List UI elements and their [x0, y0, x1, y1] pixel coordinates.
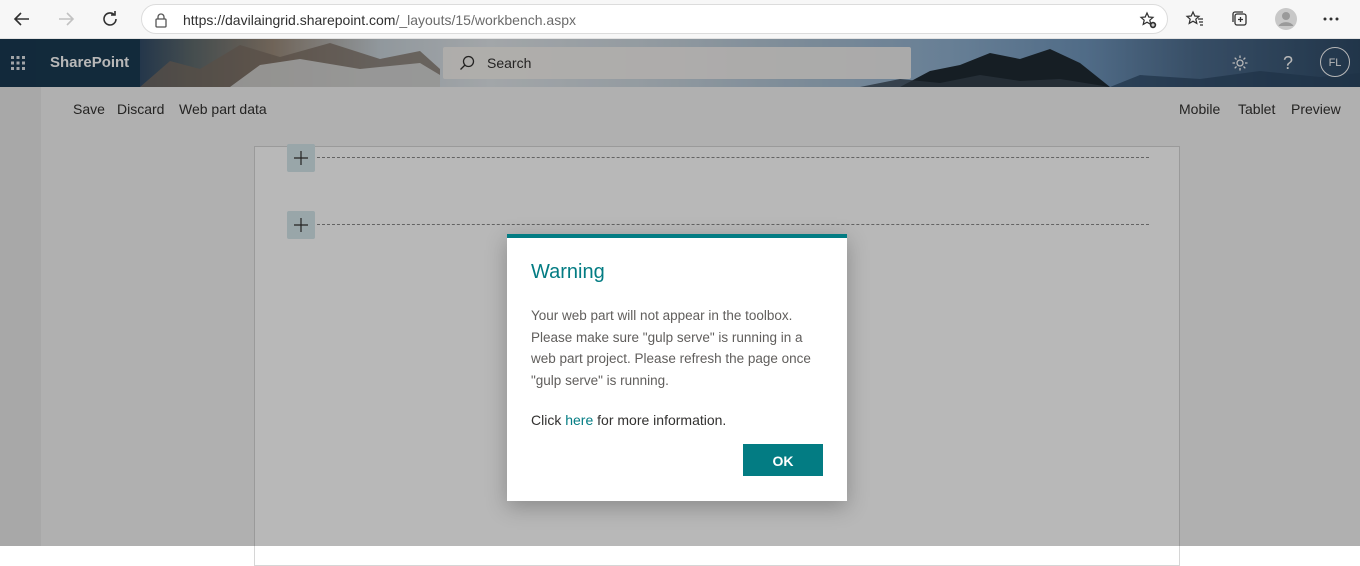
profile-icon — [1275, 8, 1297, 30]
add-favorite-icon[interactable] — [1139, 11, 1157, 29]
collections-icon — [1232, 11, 1247, 26]
url-path: /_layouts/15/workbench.aspx — [395, 12, 577, 28]
profile-button[interactable] — [1272, 6, 1300, 32]
collections-button[interactable] — [1226, 6, 1254, 32]
favorites-button[interactable] — [1181, 6, 1209, 32]
dialog-info: Click here for more information. — [531, 412, 726, 428]
info-prefix: Click — [531, 412, 566, 428]
more-icon — [1323, 17, 1339, 21]
forward-button[interactable] — [52, 6, 80, 32]
dialog-message: Your web part will not appear in the too… — [531, 308, 811, 388]
more-button[interactable] — [1317, 6, 1345, 32]
dialog-title: Warning — [531, 261, 605, 283]
more-info-link[interactable]: here — [565, 412, 593, 428]
url-host: https://davilaingrid.sharepoint.com — [183, 12, 396, 28]
refresh-icon — [103, 11, 117, 26]
lock-icon — [155, 13, 167, 28]
ok-button[interactable]: OK — [743, 444, 823, 476]
refresh-button[interactable] — [96, 6, 124, 32]
warning-dialog: Warning Your web part will not appear in… — [507, 234, 847, 501]
info-suffix: for more information. — [593, 412, 727, 428]
browser-toolbar: https://davilaingrid.sharepoint.com/_lay… — [0, 0, 1360, 39]
back-button[interactable] — [8, 6, 36, 32]
address-url: https://davilaingrid.sharepoint.com/_lay… — [183, 12, 576, 28]
forward-icon — [59, 12, 75, 26]
favorites-icon — [1185, 10, 1203, 26]
back-icon — [13, 12, 29, 26]
address-bar[interactable]: https://davilaingrid.sharepoint.com/_lay… — [141, 4, 1168, 34]
